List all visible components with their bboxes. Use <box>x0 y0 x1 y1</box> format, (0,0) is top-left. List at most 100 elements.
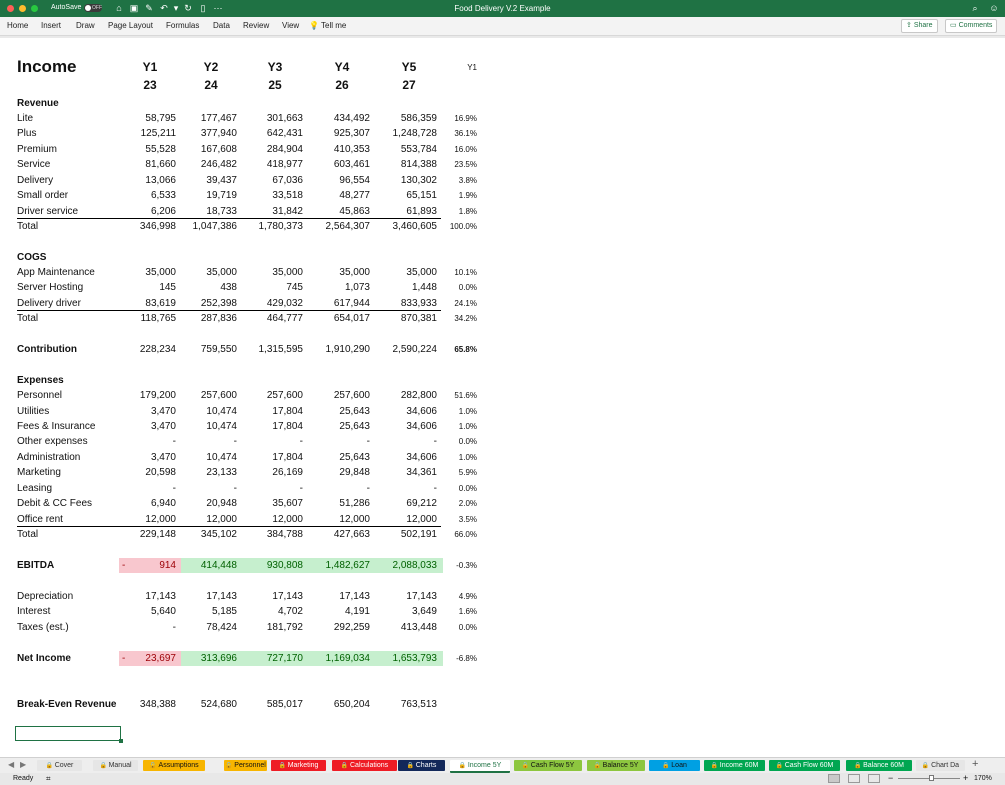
expense-row-value: 282,800 <box>400 390 437 401</box>
expenses-total-value: 384,788 <box>266 529 303 540</box>
page-break-view-icon[interactable] <box>868 774 880 783</box>
sheet-tab-chart-da[interactable]: 🔒 Chart Da <box>916 760 965 771</box>
sheet-tab-charts[interactable]: 🔒 Charts <box>398 760 445 771</box>
sheet-tab-balance-60m[interactable]: 🔒 Balance 60M <box>846 760 912 771</box>
expense-row-value: 25,643 <box>339 452 370 463</box>
lock-icon: 🔒 <box>662 763 672 769</box>
sheet-tab-cash-flow-5y[interactable]: 🔒 Cash Flow 5Y <box>514 760 582 771</box>
expense-row-value: 257,600 <box>266 390 303 401</box>
revenue-row-value: 6,533 <box>150 190 176 201</box>
sheet-tab-label: Balance 5Y <box>602 762 639 769</box>
zoom-out-icon[interactable]: − <box>888 773 893 783</box>
year-header: Y4 <box>334 60 350 74</box>
add-sheet-icon[interactable]: + <box>972 758 978 770</box>
sheet-tab-cash-flow-60m[interactable]: 🔒 Cash Flow 60M <box>769 760 840 771</box>
scroll-tabs-right-icon[interactable]: ▶ <box>20 760 26 769</box>
revenue-row-value: 31,842 <box>272 206 303 217</box>
account-icon[interactable]: ☺ <box>988 2 1000 14</box>
cogs-row-value: 35,000 <box>272 267 303 278</box>
sheet-tab-income-5y[interactable]: 🔒 Income 5Y <box>450 760 510 773</box>
sheet-tab-cover[interactable]: 🔒 Cover <box>37 760 82 771</box>
year-number: 25 <box>268 78 282 92</box>
expense-row-value: 26,169 <box>272 467 303 478</box>
sheet-tab-loan[interactable]: 🔒 Loan <box>649 760 700 771</box>
sheet-tab-calculations[interactable]: 🔒 Calculations <box>332 760 397 771</box>
net-income-value: 1,653,793 <box>392 653 438 664</box>
contribution-value: 1,910,290 <box>325 344 371 355</box>
expense-row-label: Debit & CC Fees <box>17 498 93 509</box>
menu-view[interactable]: View <box>282 21 299 30</box>
contribution-value: 759,550 <box>200 344 237 355</box>
share-button[interactable]: ⇪ Share <box>901 19 938 33</box>
menu-draw[interactable]: Draw <box>76 21 95 30</box>
net-income-value: 313,696 <box>200 653 237 664</box>
revenue-row-value: 18,733 <box>206 206 237 217</box>
revenue-row-label: Service <box>17 159 51 170</box>
net-income-value: 23,697 <box>145 653 176 664</box>
revenue-row-percent: 1.8% <box>458 207 477 216</box>
other-row-value: 17,143 <box>206 591 237 602</box>
expense-row-label: Other expenses <box>17 436 88 447</box>
revenue-total-value: 1,047,386 <box>192 221 238 232</box>
revenue-total-value: 1,780,373 <box>258 221 304 232</box>
revenue-row-percent: 36.1% <box>454 129 477 138</box>
expense-row-label: Office rent <box>17 514 63 525</box>
revenue-total-label: Total <box>17 221 39 232</box>
revenue-row-value: 814,388 <box>400 159 437 170</box>
scroll-tabs-left-icon[interactable]: ◀ <box>8 760 14 769</box>
title-bar: AutoSave OFF ⌂ ▣ ✎ ↶ ▾ ↻ ▯ ⋯ Food Delive… <box>0 0 1005 17</box>
lock-icon: 🔒 <box>593 763 603 769</box>
selected-cell[interactable] <box>15 726 123 743</box>
other-row-label: Interest <box>17 606 51 617</box>
expense-row-label: Administration <box>17 452 81 463</box>
sheet-tab-income-60m[interactable]: 🔒 Income 60M <box>704 760 765 771</box>
sheet-tab-assumptions[interactable]: 🔒 Assumptions <box>143 760 205 771</box>
expense-row-value: - <box>172 483 176 494</box>
menu-data[interactable]: Data <box>213 21 230 30</box>
other-row-value: 3,649 <box>411 606 437 617</box>
revenue-row-value: 48,277 <box>339 190 370 201</box>
fill-handle[interactable] <box>119 739 123 743</box>
accessibility-icon[interactable]: ⌗ <box>46 774 51 784</box>
revenue-row-value: 418,977 <box>266 159 303 170</box>
expense-row-value: - <box>433 483 437 494</box>
menu-home[interactable]: Home <box>7 21 28 30</box>
year-number: 24 <box>204 78 218 92</box>
sheet-tab-balance-5y[interactable]: 🔒 Balance 5Y <box>587 760 645 771</box>
menu-formulas[interactable]: Formulas <box>166 21 199 30</box>
spreadsheet-grid[interactable]: Income Y1 23 Y2 24 Y3 25 Y4 26 Y5 27 Y1 Revenue Lite 5… <box>0 38 1005 757</box>
revenue-row-value: 177,467 <box>200 113 237 124</box>
expenses-total-value: 229,148 <box>139 529 176 540</box>
zoom-slider-handle[interactable] <box>929 775 934 781</box>
revenue-row-value: 55,528 <box>145 144 176 155</box>
menu-page-layout[interactable]: Page Layout <box>108 21 153 30</box>
document-title: Food Delivery V.2 Example <box>454 4 551 13</box>
revenue-total-value: 3,460,605 <box>392 221 438 232</box>
section-expenses: Expenses <box>17 375 64 386</box>
zoom-in-icon[interactable]: + <box>963 773 968 783</box>
ebitda-value: 930,808 <box>266 560 303 571</box>
revenue-row-percent: 16.9% <box>454 114 477 123</box>
break-even-label: Break-Even Revenue <box>17 699 117 710</box>
sheet-tab-personnel[interactable]: 🔒 Personnel <box>224 760 267 771</box>
revenue-total-value: 2,564,307 <box>325 221 371 232</box>
expense-row-value: 3,470 <box>150 452 176 463</box>
expense-row-value: 20,948 <box>206 498 237 509</box>
normal-view-icon[interactable] <box>828 774 840 783</box>
revenue-row-value: 586,359 <box>400 113 437 124</box>
menu-insert[interactable]: Insert <box>41 21 61 30</box>
sheet-tab-label: Cash Flow 5Y <box>530 762 575 769</box>
other-row-value: 78,424 <box>206 622 237 633</box>
year-number: 26 <box>335 78 349 92</box>
revenue-row-value: 246,482 <box>200 159 237 170</box>
search-icon[interactable]: ⌕ <box>969 2 981 14</box>
menu-review[interactable]: Review <box>243 21 269 30</box>
sheet-tab-manual[interactable]: 🔒 Manual <box>93 760 138 771</box>
comments-button[interactable]: ▭ Comments <box>945 19 998 33</box>
sheet-tab-marketing[interactable]: 🔒 Marketing <box>271 760 326 771</box>
share-label: Share <box>913 22 933 29</box>
tell-me-search[interactable]: Tell me <box>321 21 346 30</box>
page-layout-view-icon[interactable] <box>848 774 860 783</box>
lock-icon: 🔒 <box>278 763 288 769</box>
other-row-value: 5,185 <box>211 606 237 617</box>
